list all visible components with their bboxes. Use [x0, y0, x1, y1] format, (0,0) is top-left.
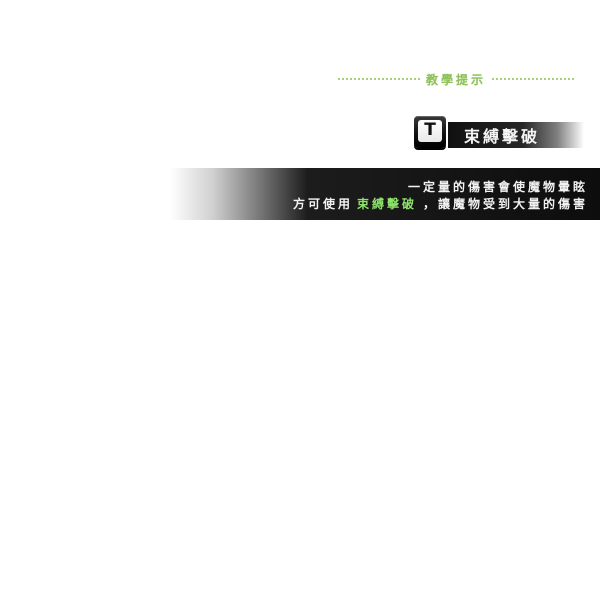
key-letter: T: [424, 120, 436, 140]
tutorial-tip-title: 教學提示: [426, 72, 487, 87]
skill-name-banner: 束縛擊破: [448, 122, 584, 148]
header-divider-left: [338, 78, 420, 80]
description-line-2-suffix: ，讓魔物受到大量的傷害: [422, 197, 588, 211]
header-divider-right: [492, 78, 575, 80]
skill-name-highlight: 束縛擊破: [356, 197, 417, 211]
tutorial-tip-header: 教學提示: [338, 70, 575, 88]
description-line-2: 方可使用 束縛擊破 ，讓魔物受到大量的傷害: [293, 195, 588, 212]
description-band: 一定量的傷害會使魔物暈眩 方可使用 束縛擊破 ，讓魔物受到大量的傷害: [170, 168, 600, 220]
key-face: T: [418, 119, 442, 142]
skill-prompt: T 束縛擊破: [414, 114, 584, 154]
keyboard-key-icon: T: [414, 116, 446, 148]
description-line-1: 一定量的傷害會使魔物暈眩: [407, 180, 588, 194]
description-line-2-prefix: 方可使用: [292, 197, 353, 211]
skill-name: 束縛擊破: [464, 127, 541, 146]
